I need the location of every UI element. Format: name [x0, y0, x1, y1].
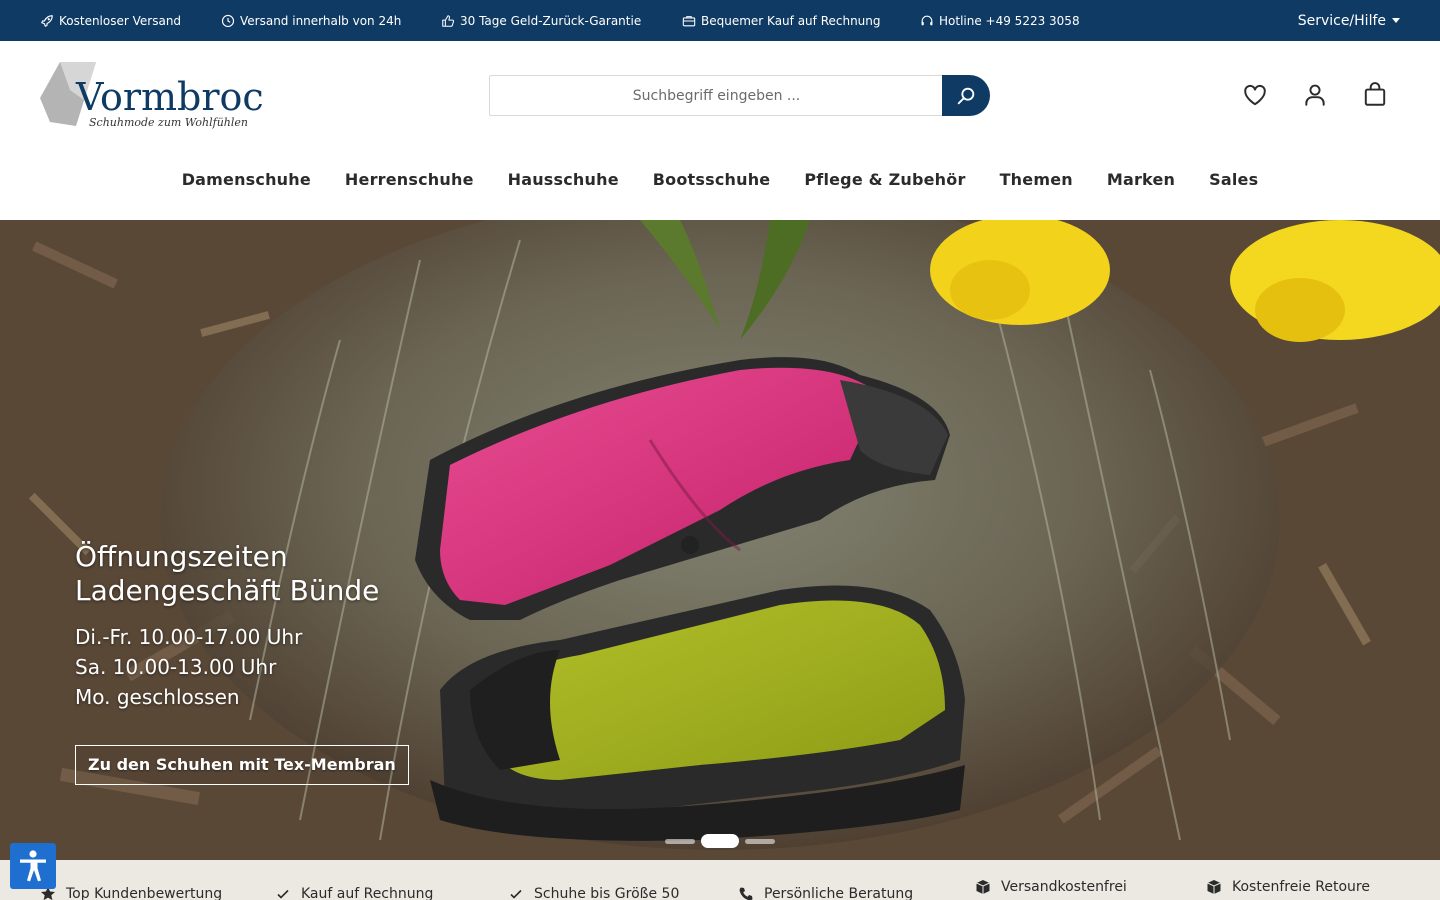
- usp-strip-label: Schuhe bis Größe 50: [534, 886, 680, 900]
- heart-icon: [1244, 84, 1266, 106]
- search-icon: [957, 87, 975, 104]
- usp-strip-item: Top Kundenbewertung: [40, 886, 222, 900]
- nav-item-pflege-zubehoer[interactable]: Pflege & Zubehör: [787, 160, 982, 200]
- shopping-bag-icon: [1364, 82, 1386, 106]
- check-icon: [277, 889, 289, 899]
- nav-item-marken[interactable]: Marken: [1090, 160, 1192, 200]
- usp-strip-label: Kauf auf Rechnung: [301, 886, 434, 900]
- headset-icon: [921, 15, 933, 25]
- opening-hours-line: Sa. 10.00-13.00 Uhr: [75, 655, 277, 679]
- usp-strip-item: Kauf auf Rechnung: [275, 886, 433, 900]
- chevron-down-icon: [1392, 18, 1400, 23]
- rocket-icon: [41, 14, 53, 27]
- hero-title: Öffnungszeiten Ladengeschäft Bünde: [75, 540, 380, 607]
- slider-pagination: [665, 834, 775, 848]
- box-icon: [976, 880, 990, 894]
- clock-icon: [221, 14, 235, 27]
- usp-hotline[interactable]: Hotline +49 5223 3058: [920, 0, 1080, 41]
- wishlist-button[interactable]: [1240, 80, 1270, 110]
- service-help-dropdown[interactable]: Service/Hilfe: [1298, 0, 1400, 41]
- usp-invoice: Bequemer Kauf auf Rechnung: [682, 0, 881, 41]
- usp-shipping-time: Versand innerhalb von 24h: [221, 0, 401, 41]
- nav-item-herrenschuhe[interactable]: Herrenschuhe: [328, 160, 491, 200]
- logo-wordmark: Vormbrock: [75, 75, 262, 119]
- usp-strip-item: Versandkostenfrei: [975, 879, 1127, 895]
- phone-icon: [739, 887, 753, 900]
- slider-dot-2[interactable]: [701, 834, 739, 848]
- box-icon: [1207, 880, 1221, 894]
- usp-strip-label: Versandkostenfrei: [1001, 879, 1127, 895]
- accessibility-button[interactable]: [10, 843, 56, 889]
- usp-label: Bequemer Kauf auf Rechnung: [701, 13, 881, 28]
- search-input[interactable]: [489, 75, 943, 116]
- site-logo[interactable]: Vormbrock Schuhmode zum Wohlfühlen: [40, 60, 288, 132]
- slider-dot-1[interactable]: [665, 838, 695, 844]
- nav-item-bootsschuhe[interactable]: Bootsschuhe: [636, 160, 788, 200]
- hero-cta-button[interactable]: Zu den Schuhen mit Tex-Membran: [75, 745, 409, 785]
- accessibility-icon: [20, 850, 46, 882]
- usp-strip-label: Persönliche Beratung: [764, 886, 914, 900]
- vormbrock-logo-icon: Vormbrock Schuhmode zum Wohlfühlen: [40, 62, 288, 129]
- nav-item-sales[interactable]: Sales: [1192, 160, 1275, 200]
- service-help-label: Service/Hilfe: [1297, 12, 1386, 29]
- usp-label: 30 Tage Geld-Zurück-Garantie: [460, 13, 642, 28]
- nav-item-damenschuhe[interactable]: Damenschuhe: [165, 160, 328, 200]
- opening-hours: Di.-Fr. 10.00-17.00 Uhr Sa. 10.00-13.00 …: [75, 622, 455, 712]
- hero-slider[interactable]: Öffnungszeiten Ladengeschäft Bünde Di.-F…: [0, 220, 1440, 860]
- nav-item-themen[interactable]: Themen: [983, 160, 1090, 200]
- opening-hours-line: Mo. geschlossen: [75, 685, 240, 709]
- usp-money-back: 30 Tage Geld-Zurück-Garantie: [441, 0, 641, 41]
- briefcase-icon: [682, 15, 696, 26]
- usp-label: Kostenloser Versand: [59, 13, 182, 28]
- usp-strip-label: Kostenfreie Retoure: [1232, 879, 1370, 895]
- usp-strip-item: Schuhe bis Größe 50: [508, 886, 679, 900]
- logo-tagline: Schuhmode zum Wohlfühlen: [89, 116, 248, 129]
- usp-strip: Top Kundenbewertung Kauf auf Rechnung Sc…: [0, 860, 1440, 900]
- check-icon: [510, 889, 522, 899]
- usp-free-shipping: Kostenloser Versand: [40, 0, 181, 41]
- slider-dot-3[interactable]: [745, 838, 775, 844]
- account-button[interactable]: [1300, 80, 1330, 110]
- search-bar: [489, 75, 990, 116]
- nav-item-hausschuhe[interactable]: Hausschuhe: [491, 160, 636, 200]
- usp-strip-label: Top Kundenbewertung: [66, 886, 223, 900]
- top-service-bar: Kostenloser Versand Versand innerhalb vo…: [0, 0, 1440, 41]
- usp-strip-item: Kostenfreie Retoure: [1206, 879, 1370, 895]
- thumbs-up-icon: [442, 14, 455, 27]
- usp-strip-item: Persönliche Beratung: [738, 886, 913, 900]
- user-icon: [1305, 84, 1325, 106]
- hero-caption: Öffnungszeiten Ladengeschäft Bünde Di.-F…: [75, 540, 455, 712]
- opening-hours-line: Di.-Fr. 10.00-17.00 Uhr: [75, 625, 303, 649]
- search-button[interactable]: [942, 75, 990, 116]
- usp-label: Hotline +49 5223 3058: [939, 13, 1080, 28]
- main-navigation: Damenschuhe Herrenschuhe Hausschuhe Boot…: [0, 160, 1440, 200]
- cart-button[interactable]: [1360, 80, 1390, 110]
- usp-label: Versand innerhalb von 24h: [240, 13, 402, 28]
